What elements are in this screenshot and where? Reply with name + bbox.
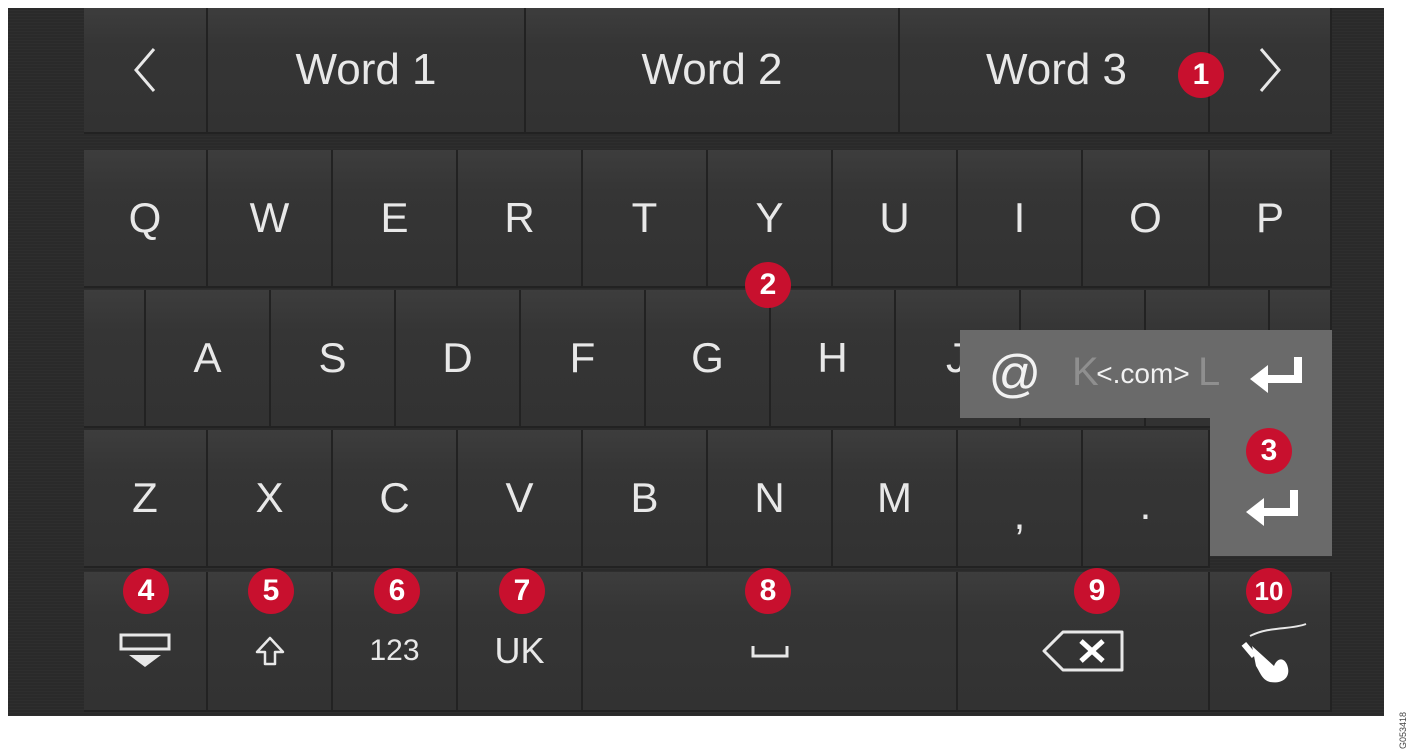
- key-a[interactable]: A: [146, 290, 271, 428]
- callout-badge-2: 2: [745, 262, 791, 308]
- key-comma[interactable]: ,: [958, 430, 1083, 568]
- key-w[interactable]: W: [208, 150, 333, 288]
- key-p[interactable]: P: [1210, 150, 1332, 288]
- at-sign-button[interactable]: @: [974, 340, 1054, 408]
- handwriting-icon: [1241, 623, 1307, 683]
- key-d[interactable]: D: [396, 290, 521, 428]
- key-f[interactable]: F: [521, 290, 646, 428]
- key-x[interactable]: X: [208, 430, 333, 568]
- enter-popup: @ K <.com> L: [960, 330, 1332, 418]
- key-b[interactable]: B: [583, 430, 708, 568]
- row2-left-spacer: [84, 290, 146, 428]
- key-u[interactable]: U: [833, 150, 958, 288]
- backspace-icon: [1042, 630, 1124, 672]
- keyboard-hide-icon: [119, 633, 171, 667]
- shift-icon: [255, 636, 284, 666]
- key-t[interactable]: T: [583, 150, 708, 288]
- suggestion-word-2[interactable]: Word 2: [526, 8, 900, 134]
- callout-badge-7: 7: [499, 568, 545, 614]
- callout-badge-10: 10: [1246, 568, 1292, 614]
- space-icon: [751, 646, 788, 658]
- next-suggestions-button[interactable]: [1210, 8, 1332, 134]
- dot-com-button[interactable]: <.com>: [1078, 340, 1208, 408]
- suggestion-word-3[interactable]: Word 3: [900, 8, 1210, 134]
- enter-icon: [1246, 490, 1298, 526]
- callout-badge-1: 1: [1178, 52, 1224, 98]
- callout-badge-5: 5: [248, 568, 294, 614]
- key-q[interactable]: Q: [84, 150, 208, 288]
- key-g[interactable]: G: [646, 290, 771, 428]
- key-v[interactable]: V: [458, 430, 583, 568]
- key-i[interactable]: I: [958, 150, 1083, 288]
- keyboard-screen: Word 1 Word 2 Word 3 Q W E R T Y U I O P…: [8, 8, 1384, 716]
- popup-enter-button[interactable]: [1230, 340, 1324, 408]
- prev-suggestions-button[interactable]: [84, 8, 208, 134]
- chevron-left-icon: [134, 48, 156, 92]
- callout-badge-9: 9: [1074, 568, 1120, 614]
- key-n[interactable]: N: [708, 430, 833, 568]
- chevron-right-icon: [1259, 48, 1281, 92]
- key-c[interactable]: C: [333, 430, 458, 568]
- key-s[interactable]: S: [271, 290, 396, 428]
- key-m[interactable]: M: [833, 430, 958, 568]
- key-z[interactable]: Z: [84, 430, 208, 568]
- key-period[interactable]: .: [1083, 430, 1210, 568]
- enter-icon: [1250, 357, 1302, 393]
- key-h[interactable]: H: [771, 290, 896, 428]
- callout-badge-3: 3: [1246, 428, 1292, 474]
- callout-badge-8: 8: [745, 568, 791, 614]
- key-r[interactable]: R: [458, 150, 583, 288]
- suggestion-word-1[interactable]: Word 1: [208, 8, 526, 134]
- key-o[interactable]: O: [1083, 150, 1210, 288]
- key-e[interactable]: E: [333, 150, 458, 288]
- callout-badge-4: 4: [123, 568, 169, 614]
- callout-badge-6: 6: [374, 568, 420, 614]
- key-l-ghost-label: L: [1198, 350, 1221, 394]
- figure-id-label: G053418: [1398, 712, 1408, 749]
